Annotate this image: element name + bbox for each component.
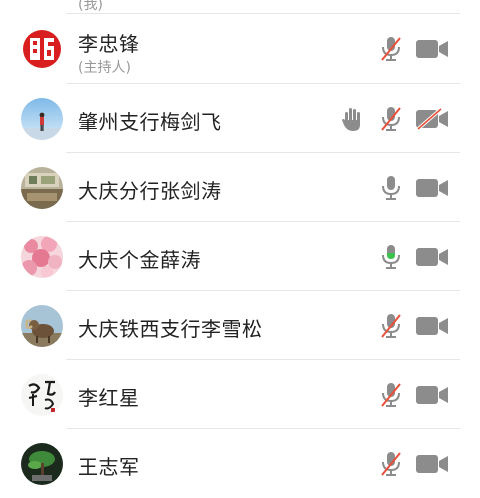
participant-row[interactable]: 大庆个金薛涛 bbox=[0, 222, 480, 291]
participant-row[interactable]: 李红星 bbox=[0, 360, 480, 429]
camera-on-icon[interactable] bbox=[414, 14, 450, 83]
camera-on-icon[interactable] bbox=[414, 360, 450, 429]
mic-on-icon[interactable] bbox=[378, 153, 404, 222]
self-tag: (我) bbox=[78, 0, 103, 13]
participant-row[interactable]: 王志军 bbox=[0, 429, 480, 498]
mic-speaking-icon[interactable] bbox=[378, 222, 404, 291]
participant-row[interactable]: 李忠锋 (主持人) bbox=[0, 14, 480, 83]
participant-name: 肇州支行梅剑飞 bbox=[78, 110, 222, 134]
participant-row[interactable]: 大庆分行张剑涛 bbox=[0, 153, 480, 222]
desk-photo-avatar bbox=[21, 167, 63, 209]
participant-name: 王志军 bbox=[78, 455, 140, 479]
red-calligraphy-seal-avatar bbox=[21, 28, 63, 70]
ink-calligraphy-avatar bbox=[21, 374, 63, 416]
mic-muted-icon[interactable] bbox=[378, 429, 404, 498]
camera-off-icon[interactable] bbox=[414, 84, 450, 153]
mic-muted-icon[interactable] bbox=[378, 360, 404, 429]
camera-on-icon[interactable] bbox=[414, 429, 450, 498]
camera-on-icon[interactable] bbox=[414, 153, 450, 222]
camera-on-icon[interactable] bbox=[414, 222, 450, 291]
camera-on-icon[interactable] bbox=[414, 291, 450, 360]
cherry-blossom-avatar bbox=[21, 236, 63, 278]
mic-muted-icon[interactable] bbox=[378, 291, 404, 360]
ram-animal-avatar bbox=[21, 305, 63, 347]
participant-row[interactable]: 肇州支行梅剑飞 bbox=[0, 84, 480, 153]
host-tag: (主持人) bbox=[78, 60, 131, 76]
participant-row-self-partial[interactable]: (我) bbox=[0, 0, 480, 13]
mic-muted-icon[interactable] bbox=[378, 14, 404, 83]
participant-name: 李忠锋 bbox=[78, 32, 140, 56]
participant-name: 李红星 bbox=[78, 386, 140, 410]
participant-row[interactable]: 大庆铁西支行李雪松 bbox=[0, 291, 480, 360]
mic-muted-icon[interactable] bbox=[378, 84, 404, 153]
participant-name: 大庆分行张剑涛 bbox=[78, 179, 222, 203]
participant-name: 大庆铁西支行李雪松 bbox=[78, 317, 263, 341]
raised-hand-icon bbox=[340, 84, 364, 153]
bonsai-tree-avatar bbox=[21, 443, 63, 485]
sky-figure-photo-avatar bbox=[21, 98, 63, 140]
participant-name: 大庆个金薛涛 bbox=[78, 248, 201, 272]
